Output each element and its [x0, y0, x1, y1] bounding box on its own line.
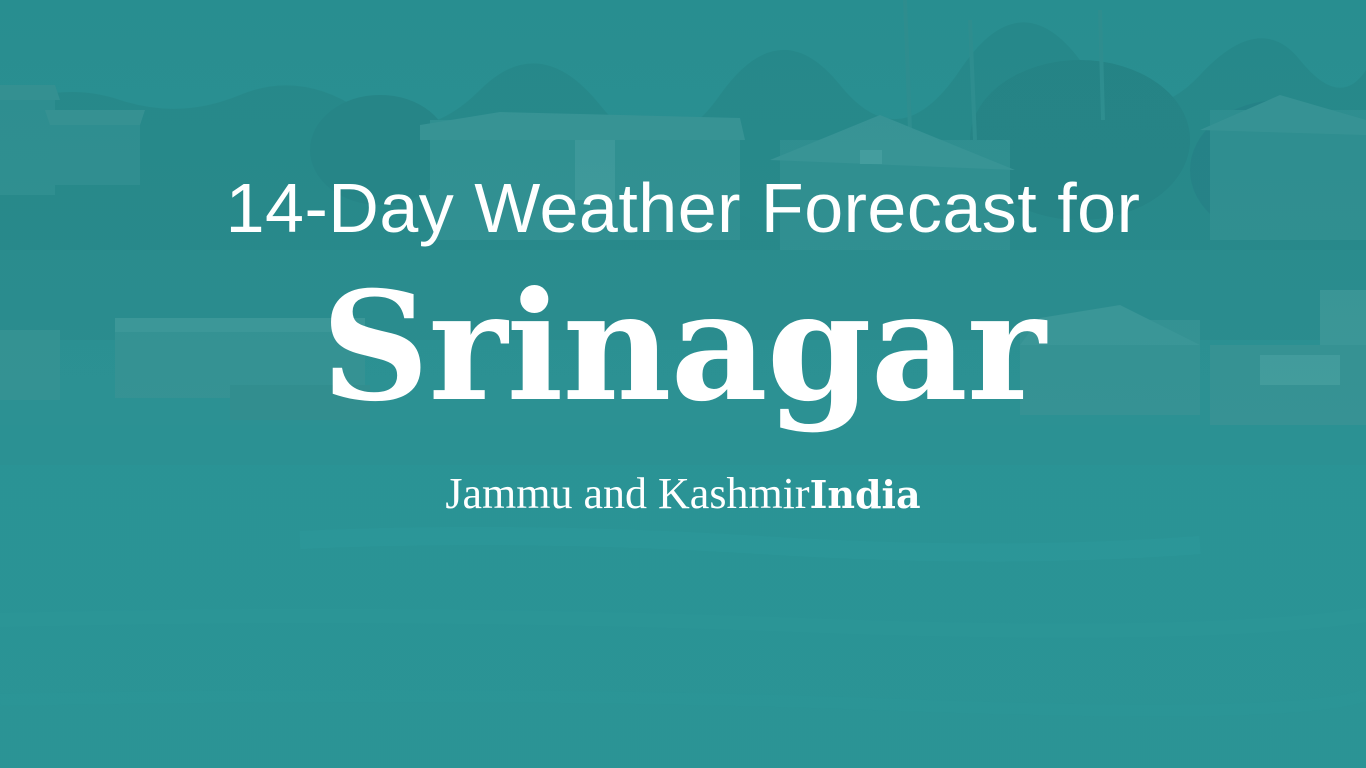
region-name: Jammu and Kashmir — [445, 469, 810, 518]
city-title: Srinagar — [321, 259, 1046, 435]
country-name: India — [809, 472, 921, 517]
page-headline: 14-Day Weather Forecast for — [225, 169, 1141, 247]
location-subtitle: Jammu and KashmirIndia — [0, 466, 1366, 523]
